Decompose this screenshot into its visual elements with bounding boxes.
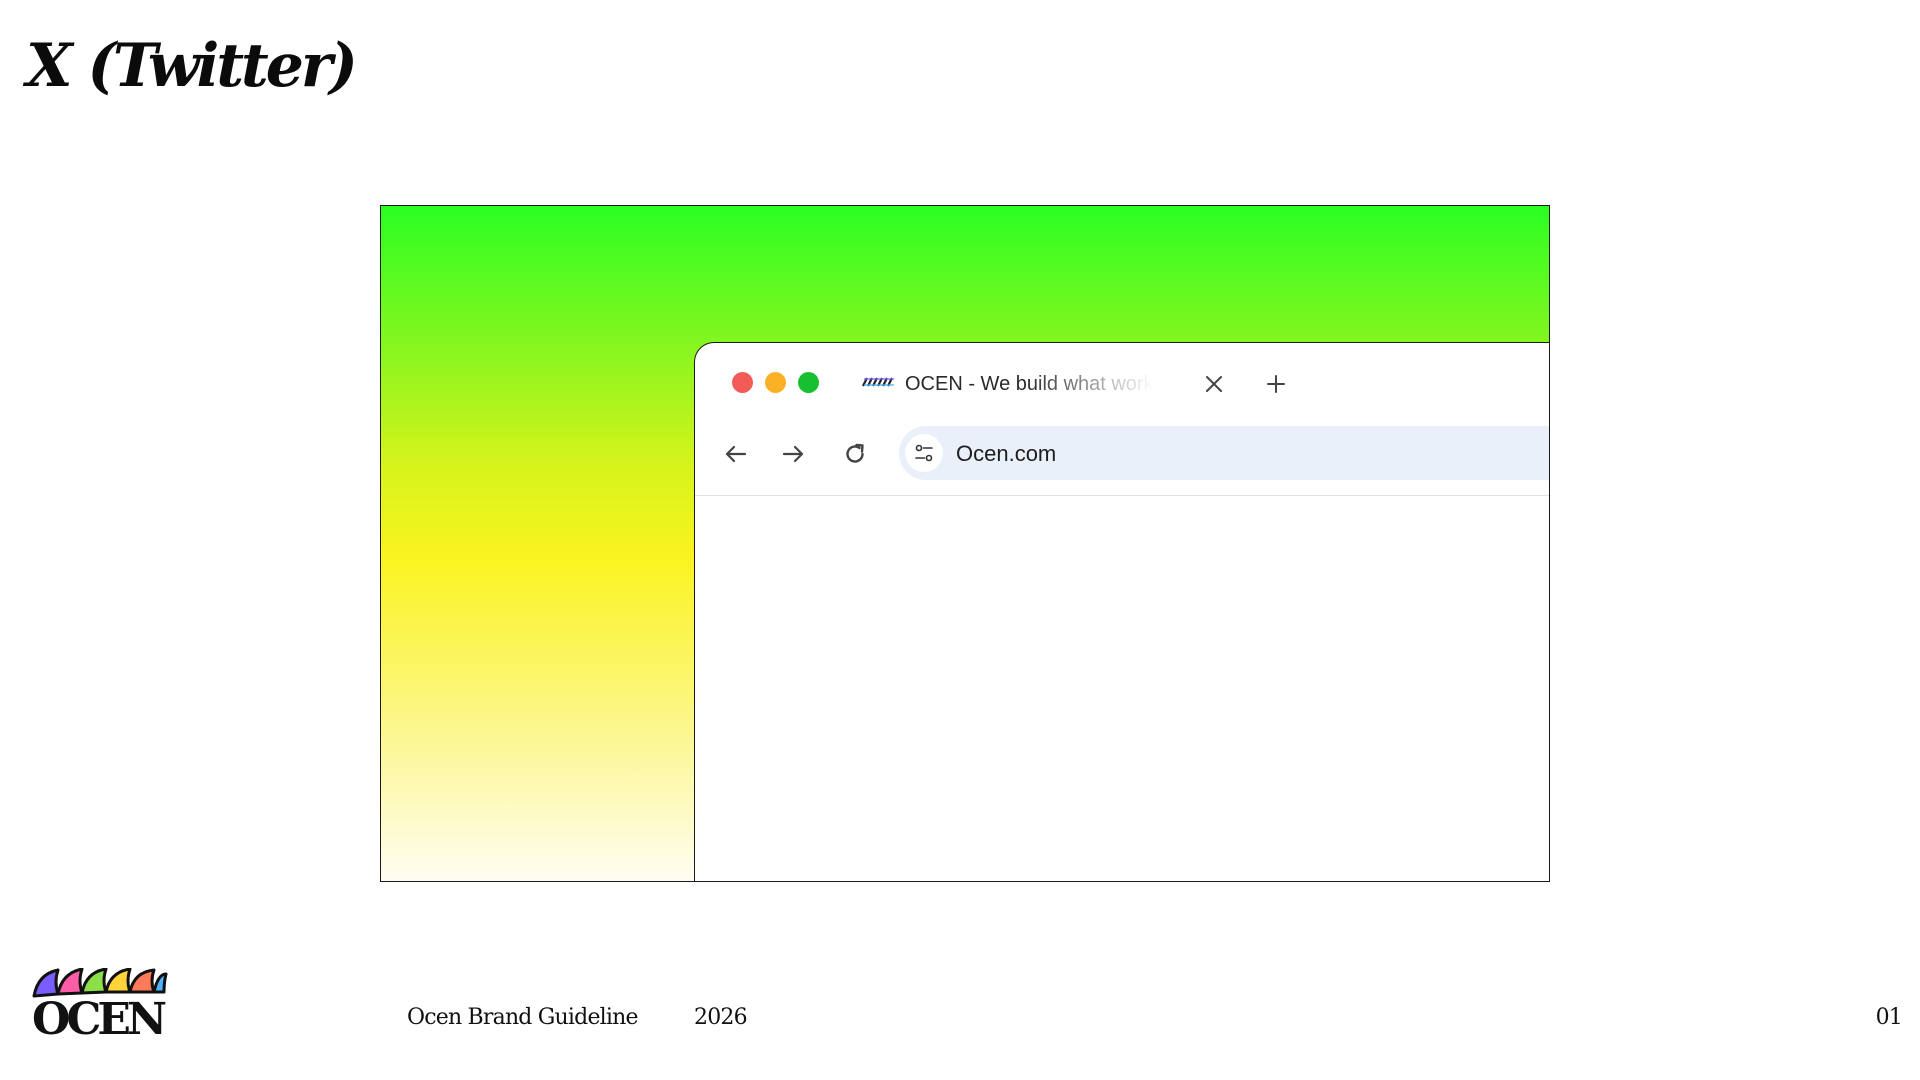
sliders-icon[interactable] — [905, 434, 943, 472]
window-minimize-button[interactable] — [765, 372, 786, 393]
browser-tab[interactable]: OCEN - We build what works — [861, 367, 1164, 399]
close-icon[interactable] — [1203, 373, 1225, 395]
browser-mockup-background: OCEN - We build what works Ocen.com — [380, 205, 1550, 882]
page-title: X (Twitter) — [26, 31, 358, 101]
window-close-button[interactable] — [732, 372, 753, 393]
ocen-brand-logo: OCEN — [32, 968, 168, 1038]
browser-window: OCEN - We build what works Ocen.com — [694, 342, 1549, 881]
arrow-right-icon[interactable] — [779, 440, 807, 468]
page-viewport[interactable] — [695, 496, 1549, 881]
plus-icon[interactable] — [1265, 373, 1287, 395]
window-controls — [732, 372, 819, 393]
footer-page-number: 01 — [1875, 1005, 1903, 1030]
window-zoom-button[interactable] — [798, 372, 819, 393]
arrow-left-icon[interactable] — [722, 440, 750, 468]
address-bar[interactable]: Ocen.com — [899, 426, 1549, 480]
url-text[interactable]: Ocen.com — [956, 441, 1056, 467]
tab-title: OCEN - We build what works — [905, 373, 1164, 395]
reload-icon[interactable] — [841, 440, 869, 468]
footer-year: 2026 — [694, 1005, 748, 1030]
ocen-logo-icon — [862, 377, 894, 387]
footer-guideline: Ocen Brand Guideline — [407, 1005, 639, 1030]
logo-wordmark: OCEN — [32, 994, 166, 1038]
